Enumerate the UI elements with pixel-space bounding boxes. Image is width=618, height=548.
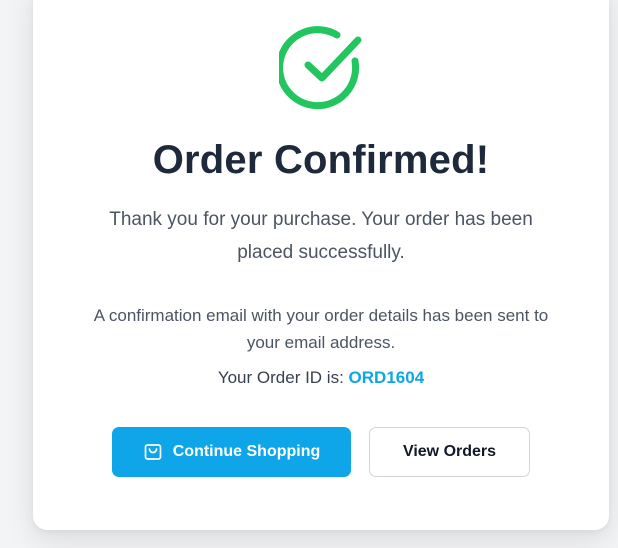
shopping-bag-icon	[144, 444, 162, 460]
email-notice: A confirmation email with your order det…	[93, 306, 549, 352]
order-id-line: Your Order ID is: ORD1604	[33, 366, 609, 390]
continue-shopping-button[interactable]: Continue Shopping	[112, 427, 351, 477]
order-id-value: ORD1604	[348, 368, 425, 387]
check-circle-icon	[279, 26, 362, 110]
view-orders-label: View Orders	[402, 443, 497, 460]
page-title: Order Confirmed!	[152, 138, 490, 182]
continue-shopping-label: Continue Shopping	[172, 443, 321, 460]
order-id-label: Your Order ID is:	[217, 368, 344, 387]
view-orders-button[interactable]: View Orders	[369, 427, 530, 477]
confirmation-message: Thank you for your purchase. Your order …	[109, 209, 533, 263]
